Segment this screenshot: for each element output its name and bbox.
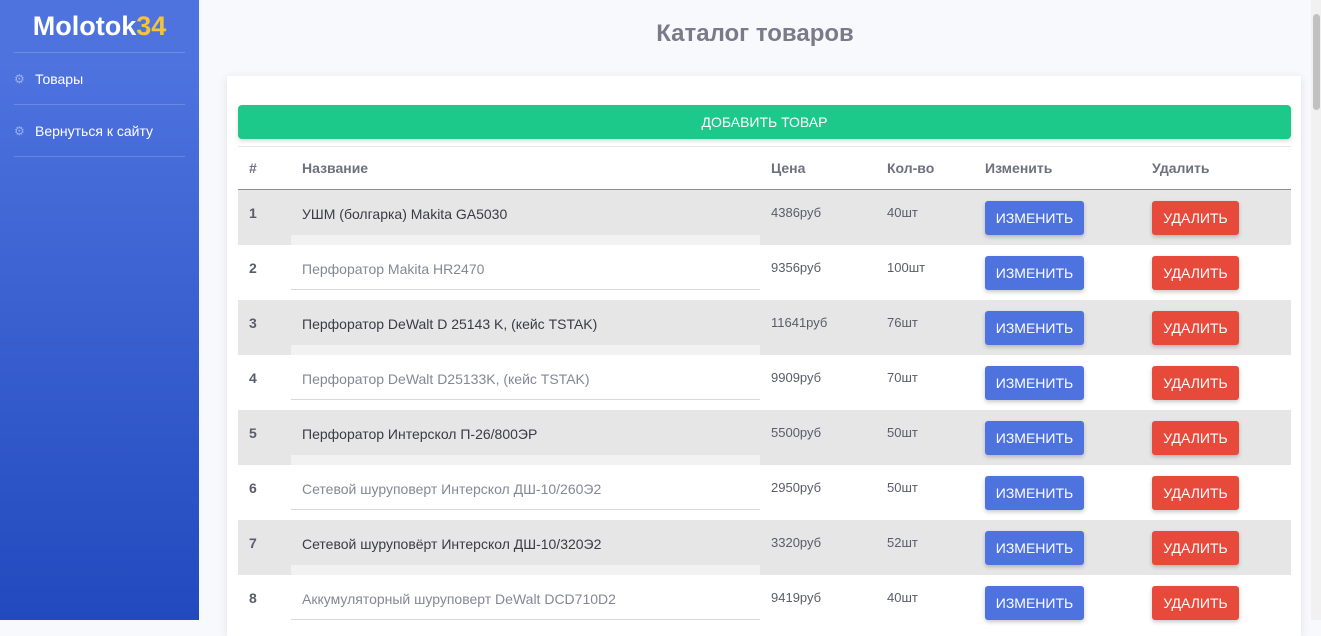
row-name: УШМ (болгарка) Makita GA5030 bbox=[302, 206, 508, 222]
row-qty: 52шт bbox=[887, 535, 918, 550]
gear-icon: ⚙ bbox=[14, 71, 25, 86]
table-row: 6 Сетевой шуруповерт Интерскол ДШ-10/260… bbox=[238, 465, 1291, 520]
edit-button[interactable]: ИЗМЕНИТЬ bbox=[985, 421, 1084, 455]
delete-button[interactable]: УДАЛИТЬ bbox=[1152, 201, 1239, 235]
row-price: 5500руб bbox=[771, 425, 822, 440]
row-num: 4 bbox=[249, 370, 257, 386]
row-name-cell: Сетевой шуруповерт Интерскол ДШ-10/260Э2 bbox=[291, 465, 760, 520]
edit-button[interactable]: ИЗМЕНИТЬ bbox=[985, 311, 1084, 345]
row-num: 3 bbox=[249, 315, 257, 331]
header-qty: Кол-во bbox=[887, 160, 935, 176]
row-name: Аккумуляторный шуруповерт DeWalt DCD710D… bbox=[302, 591, 616, 607]
page-title: Каталог товаров bbox=[656, 20, 854, 47]
row-name: Перфоратор Интерскол П-26/800ЭР bbox=[302, 426, 538, 442]
brand-logo[interactable]: Molotok 34 bbox=[14, 0, 185, 53]
delete-button[interactable]: УДАЛИТЬ bbox=[1152, 421, 1239, 455]
add-product-button[interactable]: ДОБАВИТЬ ТОВАР bbox=[238, 105, 1291, 139]
row-name-cell: Перфоратор DeWalt D 25143 K, (кейс TSTAK… bbox=[291, 300, 760, 355]
gear-icon: ⚙ bbox=[14, 123, 25, 138]
table-row: 4 Перфоратор DeWalt D25133K, (кейс TSTAK… bbox=[238, 355, 1291, 410]
row-num: 2 bbox=[249, 260, 257, 276]
row-price: 11641руб bbox=[771, 315, 828, 330]
edit-button[interactable]: ИЗМЕНИТЬ bbox=[985, 256, 1084, 290]
row-num: 5 bbox=[249, 425, 257, 441]
table-row: 7 Сетевой шуруповёрт Интерскол ДШ-10/320… bbox=[238, 520, 1291, 575]
table-row: 3 Перфоратор DeWalt D 25143 K, (кейс TST… bbox=[238, 300, 1291, 355]
row-name: Сетевой шуруповерт Интерскол ДШ-10/260Э2 bbox=[302, 481, 602, 497]
delete-button[interactable]: УДАЛИТЬ bbox=[1152, 366, 1239, 400]
sidebar-item-label: Товары bbox=[35, 70, 84, 87]
sidebar: Molotok 34 ⚙ Товары ⚙ Вернуться к сайту bbox=[0, 0, 199, 620]
row-qty: 100шт bbox=[887, 260, 926, 275]
row-name-cell: Перфоратор Makita HR2470 bbox=[291, 245, 760, 300]
delete-button[interactable]: УДАЛИТЬ bbox=[1152, 586, 1239, 620]
row-num: 7 bbox=[249, 535, 257, 551]
header-edit: Изменить bbox=[985, 160, 1053, 176]
row-price: 9419руб bbox=[771, 590, 822, 605]
page-scrollbar[interactable] bbox=[1311, 0, 1321, 620]
row-num: 1 bbox=[249, 205, 257, 221]
scrollbar-thumb[interactable] bbox=[1313, 14, 1320, 110]
table-row: 1 УШМ (болгарка) Makita GA5030 4386руб 4… bbox=[238, 190, 1291, 245]
row-name: Перфоратор DeWalt D 25143 K, (кейс TSTAK… bbox=[302, 316, 598, 332]
main-content: Каталог товаров ДОБАВИТЬ ТОВАР # Названи… bbox=[199, 0, 1311, 636]
row-price: 9356руб bbox=[771, 260, 822, 275]
sidebar-item-back-to-site[interactable]: ⚙ Вернуться к сайту bbox=[14, 105, 185, 157]
row-num: 6 bbox=[249, 480, 257, 496]
delete-button[interactable]: УДАЛИТЬ bbox=[1152, 476, 1239, 510]
table-header: # Название Цена Кол-во Изменить Удалить bbox=[238, 146, 1291, 190]
row-name-cell: УШМ (болгарка) Makita GA5030 bbox=[291, 190, 760, 245]
row-name: Перфоратор DeWalt D25133K, (кейс TSTAK) bbox=[302, 371, 590, 387]
delete-button[interactable]: УДАЛИТЬ bbox=[1152, 531, 1239, 565]
row-qty: 76шт bbox=[887, 315, 918, 330]
row-name-cell: Перфоратор Интерскол П-26/800ЭР bbox=[291, 410, 760, 465]
sidebar-item-products[interactable]: ⚙ Товары bbox=[14, 53, 185, 105]
edit-button[interactable]: ИЗМЕНИТЬ bbox=[985, 586, 1084, 620]
delete-button[interactable]: УДАЛИТЬ bbox=[1152, 256, 1239, 290]
edit-button[interactable]: ИЗМЕНИТЬ bbox=[985, 531, 1084, 565]
table-row: 5 Перфоратор Интерскол П-26/800ЭР 5500ру… bbox=[238, 410, 1291, 465]
edit-button[interactable]: ИЗМЕНИТЬ bbox=[985, 201, 1084, 235]
delete-button[interactable]: УДАЛИТЬ bbox=[1152, 311, 1239, 345]
row-name-cell: Перфоратор DeWalt D25133K, (кейс TSTAK) bbox=[291, 355, 760, 410]
header-name: Название bbox=[302, 160, 369, 176]
row-qty: 70шт bbox=[887, 370, 918, 385]
brand-number: 34 bbox=[136, 10, 167, 41]
row-name-cell: Аккумуляторный шуруповерт DeWalt DCD710D… bbox=[291, 575, 760, 630]
table-row: 8 Аккумуляторный шуруповерт DeWalt DCD71… bbox=[238, 575, 1291, 630]
row-qty: 40шт bbox=[887, 590, 918, 605]
row-price: 4386руб bbox=[771, 205, 822, 220]
row-price: 3320руб bbox=[771, 535, 822, 550]
row-qty: 40шт bbox=[887, 205, 918, 220]
edit-button[interactable]: ИЗМЕНИТЬ bbox=[985, 366, 1084, 400]
brand-text: Molotok bbox=[32, 10, 137, 41]
row-num: 8 bbox=[249, 590, 257, 606]
row-name: Перфоратор Makita HR2470 bbox=[302, 261, 485, 277]
products-table: # Название Цена Кол-во Изменить Удалить … bbox=[238, 146, 1291, 630]
row-qty: 50шт bbox=[887, 480, 918, 495]
header-num: # bbox=[249, 160, 257, 176]
row-name: Сетевой шуруповёрт Интерскол ДШ-10/320Э2 bbox=[302, 536, 602, 552]
sidebar-item-label: Вернуться к сайту bbox=[35, 122, 154, 139]
header-delete: Удалить bbox=[1152, 160, 1210, 176]
row-qty: 50шт bbox=[887, 425, 918, 440]
row-price: 2950руб bbox=[771, 480, 822, 495]
catalog-card: ДОБАВИТЬ ТОВАР # Название Цена Кол-во Из… bbox=[227, 76, 1301, 636]
edit-button[interactable]: ИЗМЕНИТЬ bbox=[985, 476, 1084, 510]
row-name-cell: Сетевой шуруповёрт Интерскол ДШ-10/320Э2 bbox=[291, 520, 760, 575]
header-price: Цена bbox=[771, 160, 806, 176]
row-price: 9909руб bbox=[771, 370, 822, 385]
table-row: 2 Перфоратор Makita HR2470 9356руб 100шт… bbox=[238, 245, 1291, 300]
